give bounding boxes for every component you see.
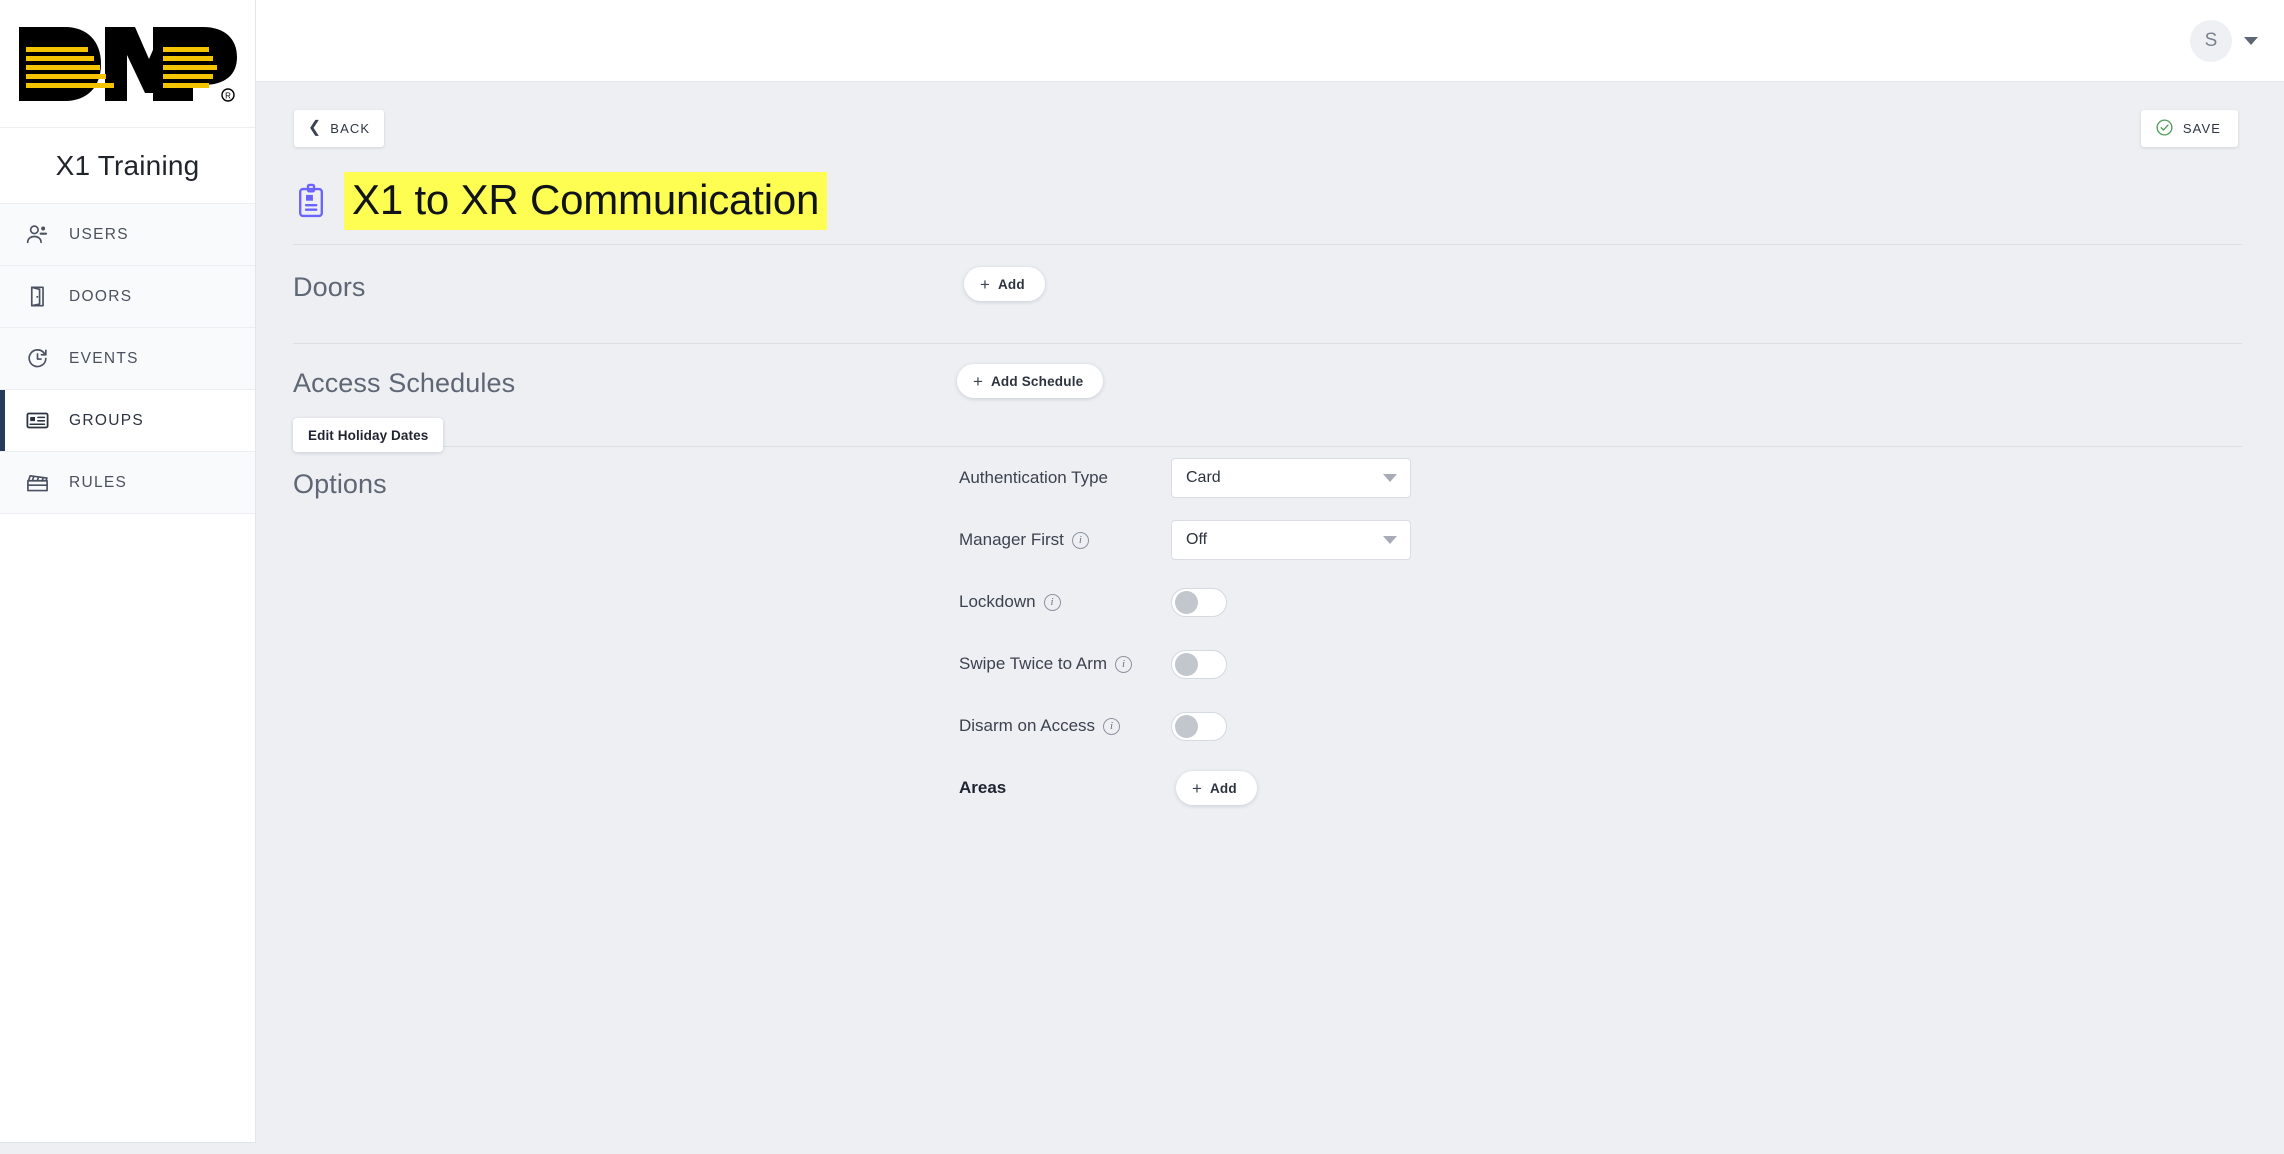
add-area-label: Add [1209,780,1237,796]
section-doors: Doors + Add [256,245,2284,343]
section-title-access-schedules: Access Schedules [293,368,516,398]
save-button[interactable]: SAVE [2140,110,2238,147]
add-area-button[interactable]: + Add [1176,771,1257,805]
action-row: ❮ BACK SAVE [256,82,2284,158]
users-icon [24,222,50,248]
history-icon [24,346,50,372]
section-title-options: Options [293,469,387,499]
organization-name: X1 Training [0,128,255,204]
chevron-left-icon: ❮ [307,119,322,136]
info-icon[interactable]: i [1071,531,1089,549]
field-manager-first: Manager First i Off [959,509,2059,571]
add-schedule-button[interactable]: + Add Schedule [957,364,1104,398]
brand-logo[interactable]: R [0,0,255,128]
plus-icon: + [980,274,990,294]
sidebar-item-doors[interactable]: DOORS [0,266,255,328]
id-badge-icon [294,183,328,219]
chevron-down-icon[interactable] [2244,36,2258,45]
field-label-text: Manager First [959,530,1064,549]
field-label: Authentication Type [959,468,1171,488]
badge-card-icon [24,408,50,434]
add-door-label: Add [997,276,1025,292]
field-label-text: Swipe Twice to Arm [959,654,1108,673]
field-label: Areas [959,778,1171,798]
app-root: R X1 Training USERS DOORS EVENTS GROUPS … [0,0,2284,1154]
page-title: X1 to XR Communication [344,172,828,230]
field-label: Swipe Twice to Arm i [959,654,1171,674]
sidebar-item-label: GROUPS [69,411,144,429]
field-label: Disarm on Access i [959,716,1171,736]
field-label-text: Lockdown [959,592,1036,611]
toggle-knob [1175,653,1198,676]
info-icon[interactable]: i [1043,593,1061,611]
field-label: Lockdown i [959,592,1171,612]
plus-icon: + [1192,778,1202,798]
sidebar-item-rules[interactable]: RULES [0,452,255,514]
back-button-label: BACK [330,121,371,136]
add-schedule-label: Add Schedule [990,373,1084,389]
plus-icon: + [973,371,983,391]
field-areas: Areas + Add [959,757,2059,819]
manager-first-select[interactable]: Off [1171,520,1411,560]
toggle-knob [1175,715,1198,738]
field-lockdown: Lockdown i [959,571,2059,633]
field-disarm-on-access: Disarm on Access i [959,695,2059,757]
section-options: Options Authentication Type Card Manager [256,447,2284,1007]
options-grid: Authentication Type Card Manager First i… [959,447,2059,819]
select-value: Off [1186,531,1208,548]
clapperboard-icon [24,470,50,496]
chevron-down-icon [1383,474,1397,482]
field-authentication-type: Authentication Type Card [959,447,2059,509]
save-button-label: SAVE [2182,121,2221,136]
toggle-knob [1175,591,1198,614]
info-icon[interactable]: i [1103,717,1121,735]
back-button[interactable]: ❮ BACK [294,110,384,147]
page-title-row: X1 to XR Communication [256,158,2284,244]
door-icon [24,284,50,310]
field-swipe-twice-to-arm: Swipe Twice to Arm i [959,633,2059,695]
check-circle-icon [2155,118,2174,140]
sidebar-item-users[interactable]: USERS [0,204,255,266]
sidebar-item-label: USERS [69,225,129,243]
sidebar-item-label: RULES [69,473,128,491]
sidebar-item-label: DOORS [69,287,133,305]
info-icon[interactable]: i [1115,655,1133,673]
authentication-type-select[interactable]: Card [1171,458,1411,498]
field-label-text: Disarm on Access [959,716,1096,735]
section-title-doors: Doors [293,272,366,302]
disarm-on-access-toggle[interactable] [1171,711,1227,741]
add-door-button[interactable]: + Add [964,267,1045,301]
field-label-text: Areas [959,778,1007,797]
sidebar-item-label: EVENTS [69,349,139,367]
lockdown-toggle[interactable] [1171,587,1227,617]
svg-text:R: R [225,91,231,100]
select-value: Card [1186,469,1221,486]
section-access-schedules: Access Schedules + Add Schedule Edit Hol… [256,344,2284,452]
chevron-down-icon [1383,536,1397,544]
dmp-logo-icon: R [18,26,237,102]
top-bar: S [256,0,2284,82]
field-label: Manager First i [959,530,1171,550]
main-content: ❮ BACK SAVE X1 to XR Communication Doors… [256,82,2284,1154]
sidebar: R X1 Training USERS DOORS EVENTS GROUPS … [0,0,256,1143]
field-label-text: Authentication Type [959,468,1109,487]
swipe-twice-to-arm-toggle[interactable] [1171,649,1227,679]
sidebar-item-groups[interactable]: GROUPS [0,390,255,452]
sidebar-item-events[interactable]: EVENTS [0,328,255,390]
avatar[interactable]: S [2190,19,2232,62]
